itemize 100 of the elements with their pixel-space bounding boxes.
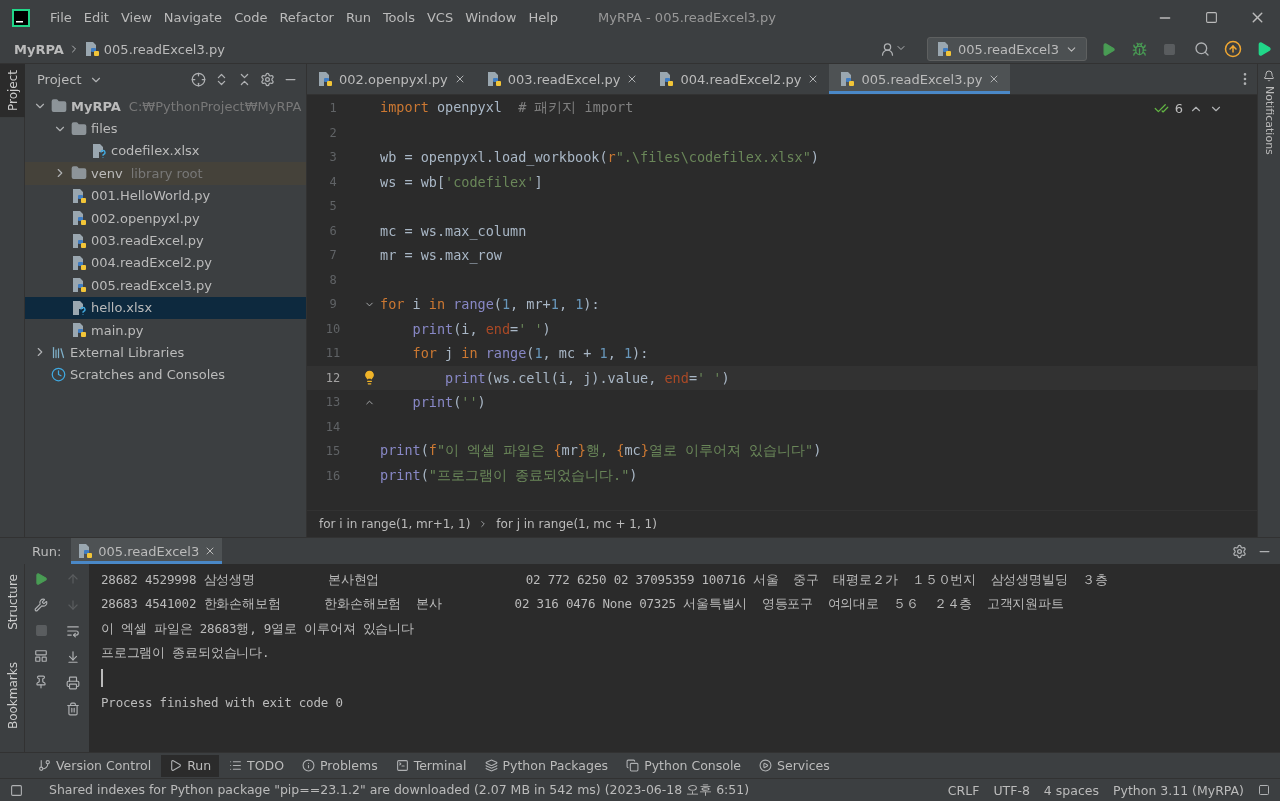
console-output: 28682 4529998 삼성생명 본사현업 02 772 6250 02 37095359 100716 서울 중구 태평로２가 １５０번지 삼성생명빌딩 ３층 bbox=[101, 571, 1108, 589]
search-icon[interactable] bbox=[1194, 41, 1210, 57]
pin-icon[interactable] bbox=[34, 675, 48, 689]
tool-window-button[interactable]: TODO bbox=[221, 754, 293, 777]
tool-window-button[interactable]: Services bbox=[751, 754, 838, 777]
update-icon[interactable] bbox=[1224, 40, 1242, 58]
terminal-icon bbox=[395, 759, 409, 772]
tree-item[interactable]: External Libraries bbox=[25, 341, 306, 364]
maximize-icon[interactable] bbox=[1204, 11, 1218, 24]
panel-title[interactable]: Project bbox=[37, 72, 82, 87]
tool-window-button[interactable]: Python Packages bbox=[476, 754, 617, 777]
stripe-tab[interactable]: Bookmarks bbox=[0, 655, 25, 735]
python-file-icon bbox=[83, 41, 100, 57]
editor-tab[interactable]: 003.readExcel.py bbox=[475, 64, 649, 94]
editor-tab[interactable]: 005.readExcel3.py bbox=[829, 64, 1011, 94]
menu-item[interactable]: Window bbox=[459, 10, 523, 25]
tree-item[interactable]: 003.readExcel.py bbox=[25, 229, 306, 252]
project-stripe-tab[interactable]: Project bbox=[0, 64, 25, 118]
layers-icon bbox=[484, 759, 498, 772]
stripe-tab[interactable]: Structure bbox=[0, 568, 25, 636]
menu-item[interactable]: Edit bbox=[77, 10, 115, 25]
tree-item[interactable]: hello.xlsx bbox=[25, 296, 306, 319]
tree-item[interactable]: 002.openpyxl.py bbox=[25, 206, 306, 230]
code-crumb[interactable]: for j in range(1, mc + 1, 1) bbox=[496, 517, 657, 531]
trash-icon[interactable] bbox=[66, 702, 80, 716]
menu-item[interactable]: Help bbox=[522, 10, 565, 25]
tree-item[interactable]: main.py bbox=[25, 318, 306, 342]
run-icon[interactable] bbox=[1101, 41, 1116, 57]
line-number: 6 bbox=[328, 223, 338, 238]
python-file-icon bbox=[77, 543, 94, 559]
item-name: 001.HelloWorld.py bbox=[91, 188, 211, 204]
code-crumb[interactable]: for i in range(1, mr+1, 1) bbox=[319, 517, 471, 531]
inspection-count[interactable]: 6 bbox=[1174, 101, 1183, 116]
tree-item[interactable]: 004.readExcel2.py bbox=[25, 251, 306, 275]
item-hint: C:₩PythonProject₩MyRPA bbox=[128, 98, 302, 114]
menu-item[interactable]: Run bbox=[339, 10, 377, 25]
user-icon[interactable] bbox=[880, 41, 908, 57]
bug-icon[interactable] bbox=[1132, 41, 1147, 57]
scroll-end-icon[interactable] bbox=[66, 650, 80, 664]
list-icon bbox=[229, 759, 243, 772]
line-number: 1 bbox=[328, 101, 338, 116]
lightbulb-icon[interactable] bbox=[362, 370, 377, 386]
menu-item[interactable]: View bbox=[114, 10, 158, 25]
play-circle-icon bbox=[759, 759, 773, 772]
menu-item[interactable]: File bbox=[44, 10, 78, 25]
settings-icon[interactable] bbox=[1232, 543, 1247, 559]
tool-window-button[interactable]: Run bbox=[161, 754, 220, 777]
line-number: 15 bbox=[324, 444, 342, 459]
status-item[interactable]: 4 spaces bbox=[1043, 782, 1099, 798]
notifications-stripe-tab[interactable]: Notifications bbox=[1262, 64, 1276, 161]
run-tab[interactable]: 005.readExcel3 bbox=[71, 538, 223, 564]
crosshair-icon[interactable] bbox=[191, 72, 206, 87]
menu-item[interactable]: VCS bbox=[420, 10, 460, 25]
tree-item[interactable]: files bbox=[25, 117, 306, 140]
line-number: 10 bbox=[324, 321, 342, 336]
unknown-file-icon bbox=[91, 142, 107, 159]
app-logo bbox=[12, 8, 30, 27]
project-crumb[interactable]: MyRPA bbox=[14, 41, 64, 57]
status-item[interactable]: UTF-8 bbox=[993, 782, 1030, 798]
rerun-icon[interactable] bbox=[34, 572, 48, 586]
code-line: print(ws.cell(i, j).value, end=' ') bbox=[444, 369, 730, 386]
layout-icon[interactable] bbox=[34, 649, 48, 663]
status-item[interactable]: CRLF bbox=[947, 782, 980, 798]
menu-item[interactable]: Refactor bbox=[273, 10, 340, 25]
file-crumb[interactable]: 005.readExcel3.py bbox=[103, 41, 225, 57]
panel-toggle-icon[interactable] bbox=[10, 783, 23, 797]
plugin-icon[interactable] bbox=[1256, 41, 1272, 57]
panel-title: Run: bbox=[32, 543, 62, 559]
menu-item[interactable]: Navigate bbox=[157, 10, 229, 25]
tree-item[interactable]: codefilex.xlsx bbox=[25, 139, 306, 163]
tree-item[interactable]: venv library root bbox=[25, 162, 306, 185]
unknown-file-icon bbox=[71, 299, 87, 316]
item-hint: library root bbox=[130, 165, 203, 181]
python-file-icon bbox=[936, 41, 953, 57]
python-file-icon bbox=[317, 71, 333, 87]
tree-item[interactable]: 005.readExcel3.py bbox=[25, 274, 306, 297]
item-name: venv bbox=[91, 165, 123, 181]
tool-window-button[interactable]: Terminal bbox=[387, 754, 475, 777]
menu-item[interactable]: Tools bbox=[376, 10, 421, 25]
line-number: 3 bbox=[328, 150, 338, 165]
print-icon[interactable] bbox=[66, 676, 80, 690]
line-number: 4 bbox=[328, 174, 338, 189]
wrench-icon[interactable] bbox=[34, 598, 48, 612]
editor-tab[interactable]: 004.readExcel2.py bbox=[648, 64, 830, 94]
run-config-dropdown[interactable]: 005.readExcel3 bbox=[927, 37, 1087, 61]
tool-window-button[interactable]: Python Console bbox=[618, 754, 750, 777]
console-output: 28683 4541002 한화손해보험 한화손해보험 본사 02 316 0476 None 07325 서울특별시 영등포구 여의대로 ５６ ２４층 고객지원파트 bbox=[101, 596, 1064, 614]
editor-tab[interactable]: 002.openpyxl.py bbox=[307, 64, 476, 94]
settings-icon[interactable] bbox=[260, 72, 275, 87]
tree-item[interactable]: Scratches and Consoles bbox=[25, 363, 306, 387]
tree-item[interactable]: MyRPA C:₩PythonProject₩MyRPA bbox=[25, 95, 306, 118]
tree-item[interactable]: 001.HelloWorld.py bbox=[25, 184, 306, 207]
code-line: print('') bbox=[411, 394, 486, 411]
status-item[interactable]: Python 3.11 (MyRPA) bbox=[1112, 782, 1244, 798]
item-name: External Libraries bbox=[70, 345, 185, 360]
tool-window-button[interactable]: Version Control bbox=[30, 754, 160, 777]
menu-item[interactable]: Code bbox=[228, 10, 274, 25]
tool-window-button[interactable]: Problems bbox=[294, 754, 386, 777]
wrap-icon[interactable] bbox=[66, 624, 80, 638]
item-name: MyRPA bbox=[71, 98, 121, 114]
